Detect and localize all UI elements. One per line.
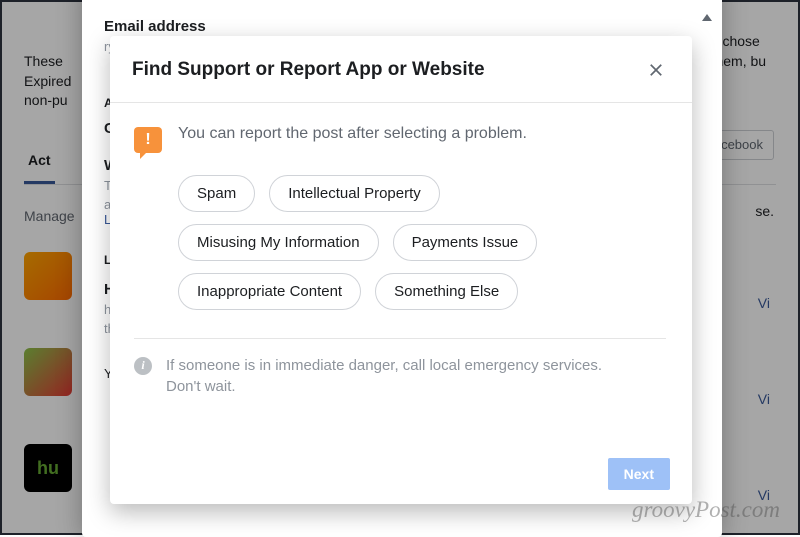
- emergency-text: If someone is in immediate danger, call …: [166, 355, 636, 397]
- report-dialog: Find Support or Report App or Website ! …: [110, 36, 692, 504]
- report-speech-icon: !: [134, 127, 162, 153]
- dialog-body: ! You can report the post after selectin…: [110, 103, 692, 476]
- chip-something-else[interactable]: Something Else: [375, 273, 518, 310]
- divider: [134, 338, 666, 339]
- chip-misusing-info[interactable]: Misusing My Information: [178, 224, 379, 261]
- close-icon: [647, 61, 665, 79]
- email-address-label: Email address: [104, 18, 700, 35]
- scroll-up-arrow-icon[interactable]: [702, 14, 712, 21]
- info-icon: [134, 357, 152, 375]
- next-button[interactable]: Next: [608, 458, 670, 490]
- problem-chip-group: Spam Intellectual Property Misusing My I…: [178, 175, 608, 310]
- dialog-footer: Next: [110, 476, 692, 504]
- prompt-text: You can report the post after selecting …: [178, 125, 527, 143]
- close-button[interactable]: [642, 56, 670, 84]
- chip-spam[interactable]: Spam: [178, 175, 255, 212]
- chip-inappropriate-content[interactable]: Inappropriate Content: [178, 273, 361, 310]
- chip-payments-issue[interactable]: Payments Issue: [393, 224, 538, 261]
- prompt-row: ! You can report the post after selectin…: [134, 125, 666, 153]
- dialog-title: Find Support or Report App or Website: [132, 59, 485, 81]
- dialog-header: Find Support or Report App or Website: [110, 36, 692, 103]
- emergency-note: If someone is in immediate danger, call …: [134, 355, 666, 397]
- chip-intellectual-property[interactable]: Intellectual Property: [269, 175, 440, 212]
